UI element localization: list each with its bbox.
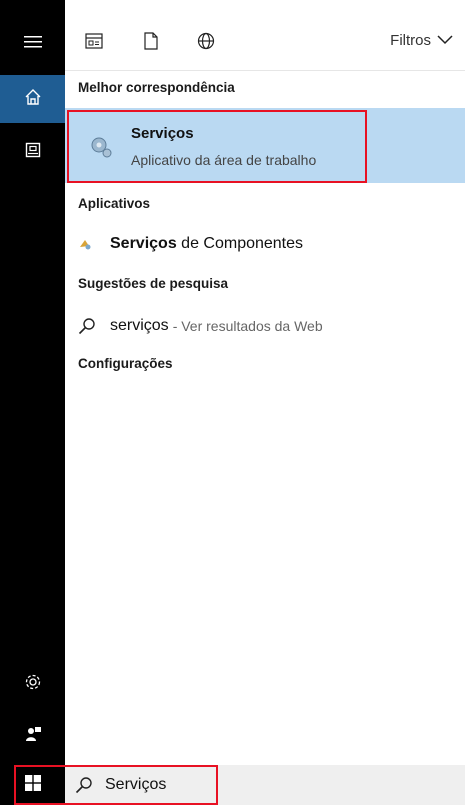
taskbar: Serviços [0,765,465,805]
apps-heading: Aplicativos [78,196,151,211]
filters-dropdown[interactable]: Filtros [390,32,453,49]
home-button[interactable] [0,75,65,123]
app-result-bold: Serviços [110,235,177,252]
app-result-label: Serviços de Componentes [110,235,303,253]
best-match-subtitle: Aplicativo da área de trabalho [131,152,317,168]
app-result-component-services[interactable]: Serviços de Componentes [78,228,458,260]
menu-button[interactable] [0,20,65,68]
filter-toolbar: Filtros [65,0,465,71]
search-results-panel: Filtros Melhor correspondência Serviços … [65,0,465,765]
app-result-rest: de Componentes [176,235,304,252]
component-services-icon [78,233,100,255]
documents-button[interactable] [0,128,65,176]
document-filter-icon[interactable] [140,30,162,52]
user-feedback-icon [24,725,42,748]
feedback-button[interactable] [0,712,65,760]
suggestion-web-search[interactable]: serviços - Ver resultados da Web [78,310,458,342]
filters-label: Filtros [390,32,431,49]
suggestion-term: serviços [110,317,169,334]
suggestion-tail: - Ver resultados da Web [172,318,323,334]
documents-icon [25,142,41,163]
best-match-heading: Melhor correspondência [78,80,235,95]
apps-filter-icon[interactable] [83,30,105,52]
chevron-down-icon [437,32,453,49]
settings-icon [24,673,42,696]
settings-heading: Configurações [78,356,173,371]
home-icon [24,88,42,111]
search-icon [78,315,100,337]
taskbar-highlight-frame [14,765,218,805]
suggestions-heading: Sugestões de pesquisa [78,276,229,291]
best-match-name: Serviços [131,125,194,142]
services-gear-icon [87,133,115,161]
best-match-result[interactable]: Serviços Aplicativo da área de trabalho [65,108,465,183]
left-rail [0,0,65,765]
settings-button[interactable] [0,660,65,708]
web-filter-globe-icon[interactable] [195,30,217,52]
menu-icon [23,35,42,54]
